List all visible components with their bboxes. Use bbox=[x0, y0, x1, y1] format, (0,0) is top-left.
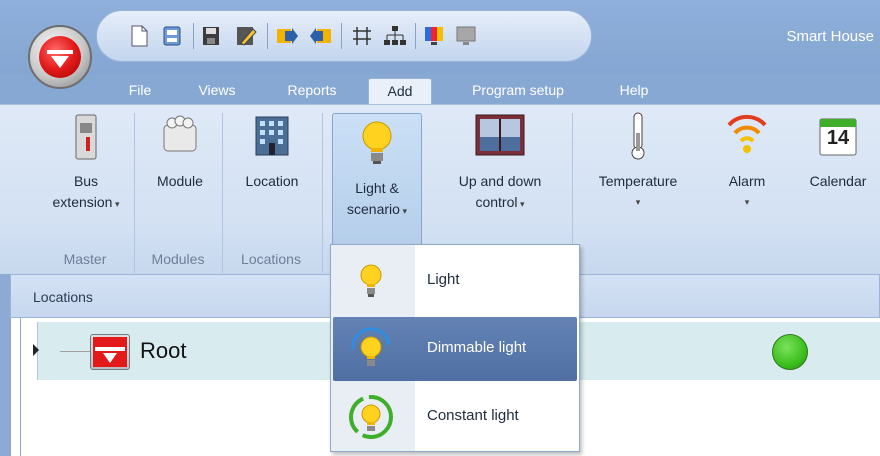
chevron-down-icon: ▾ bbox=[635, 197, 641, 207]
ribbon-tabs: File Views Reports Add Program setup Hel… bbox=[0, 74, 880, 104]
temperature-label: Temperature bbox=[598, 173, 678, 189]
building-icon bbox=[250, 111, 294, 161]
new-file-icon[interactable] bbox=[129, 25, 149, 47]
panel-title: Locations bbox=[33, 289, 93, 305]
calendar-button[interactable]: 14 Calendar bbox=[796, 111, 880, 243]
app-menu-orb[interactable] bbox=[28, 25, 92, 89]
dimmable-bulb-icon bbox=[347, 325, 395, 373]
import-icon[interactable] bbox=[309, 25, 331, 47]
status-indicator bbox=[772, 334, 808, 370]
export-icon[interactable] bbox=[275, 25, 298, 47]
save-icon[interactable] bbox=[201, 25, 221, 47]
quick-access-toolbar bbox=[96, 10, 592, 62]
root-brand-icon bbox=[90, 334, 130, 370]
chevron-down-icon: ▾ bbox=[517, 199, 525, 209]
alarm-icon bbox=[725, 111, 769, 161]
tab-views[interactable]: Views bbox=[184, 78, 250, 104]
bus-extension-label-2: extension bbox=[52, 194, 113, 210]
row-pointer-icon bbox=[33, 344, 39, 356]
location-label: Location bbox=[245, 173, 299, 189]
temperature-button[interactable]: Temperature ▾ bbox=[580, 111, 696, 243]
monitor-color-icon[interactable] bbox=[423, 25, 443, 47]
tree-item-label[interactable]: Root bbox=[140, 338, 186, 364]
up-down-label-2: control bbox=[475, 194, 518, 210]
bulb-icon bbox=[355, 118, 399, 168]
chevron-down-icon: ▾ bbox=[399, 206, 407, 216]
up-down-control-button[interactable]: Up and down control ▾ bbox=[436, 111, 564, 243]
print-icon[interactable] bbox=[161, 25, 181, 47]
up-down-label-1: Up and down bbox=[458, 173, 542, 189]
menu-item-light[interactable]: Light bbox=[333, 249, 577, 313]
module-icon bbox=[158, 111, 202, 161]
tab-file[interactable]: File bbox=[112, 78, 168, 104]
alarm-button[interactable]: Alarm ▾ bbox=[712, 111, 782, 243]
title-bar: Smart House bbox=[0, 0, 880, 74]
chevron-down-icon: ▾ bbox=[744, 197, 750, 207]
menu-item-constant-light[interactable]: Constant light bbox=[333, 385, 577, 449]
tab-reports[interactable]: Reports bbox=[272, 78, 352, 104]
calendar-icon: 14 bbox=[816, 111, 860, 161]
bus-extension-icon bbox=[64, 111, 108, 161]
side-bar bbox=[0, 274, 10, 456]
monitor-icon[interactable] bbox=[455, 25, 476, 47]
network-icon[interactable] bbox=[351, 25, 371, 47]
group-label-master: Master bbox=[63, 251, 107, 267]
calendar-label: Calendar bbox=[809, 173, 867, 189]
menu-item-dimmable-light[interactable]: Dimmable light bbox=[333, 317, 577, 381]
bulb-icon bbox=[347, 257, 395, 305]
window-shutter-icon bbox=[472, 111, 528, 161]
tab-add[interactable]: Add bbox=[368, 78, 432, 104]
tab-help[interactable]: Help bbox=[604, 78, 664, 104]
location-button[interactable]: Location bbox=[232, 111, 312, 243]
module-label: Module bbox=[157, 173, 203, 189]
thermometer-icon bbox=[616, 111, 660, 161]
light-scenario-label-2: scenario bbox=[347, 201, 400, 217]
light-scenario-dropdown: Light Dimmable light Constant light bbox=[330, 244, 580, 452]
brand-logo-icon bbox=[39, 36, 81, 78]
menu-item-label: Dimmable light bbox=[427, 339, 527, 356]
module-button[interactable]: Module bbox=[144, 111, 216, 243]
alarm-label: Alarm bbox=[728, 173, 766, 189]
tab-program-setup[interactable]: Program setup bbox=[448, 78, 588, 104]
application-window: Smart House File Views Reports Add Progr… bbox=[0, 0, 880, 456]
bus-extension-button[interactable]: Bus extension ▾ bbox=[48, 111, 124, 243]
menu-item-label: Constant light bbox=[427, 407, 519, 424]
window-title: Smart House bbox=[786, 28, 874, 45]
tree-connector bbox=[60, 351, 90, 352]
edit-icon[interactable] bbox=[235, 25, 257, 47]
light-scenario-label-1: Light & bbox=[355, 180, 399, 196]
bus-extension-label-1: Bus bbox=[73, 173, 99, 189]
group-label-locations: Locations bbox=[241, 251, 301, 267]
hierarchy-icon[interactable] bbox=[383, 25, 406, 47]
chevron-down-icon: ▾ bbox=[112, 199, 120, 209]
light-scenario-button[interactable]: Light & scenario ▾ bbox=[332, 113, 422, 251]
group-label-modules: Modules bbox=[151, 251, 205, 267]
constant-bulb-icon bbox=[347, 393, 395, 441]
calendar-day: 14 bbox=[826, 127, 850, 149]
menu-item-label: Light bbox=[427, 271, 460, 288]
